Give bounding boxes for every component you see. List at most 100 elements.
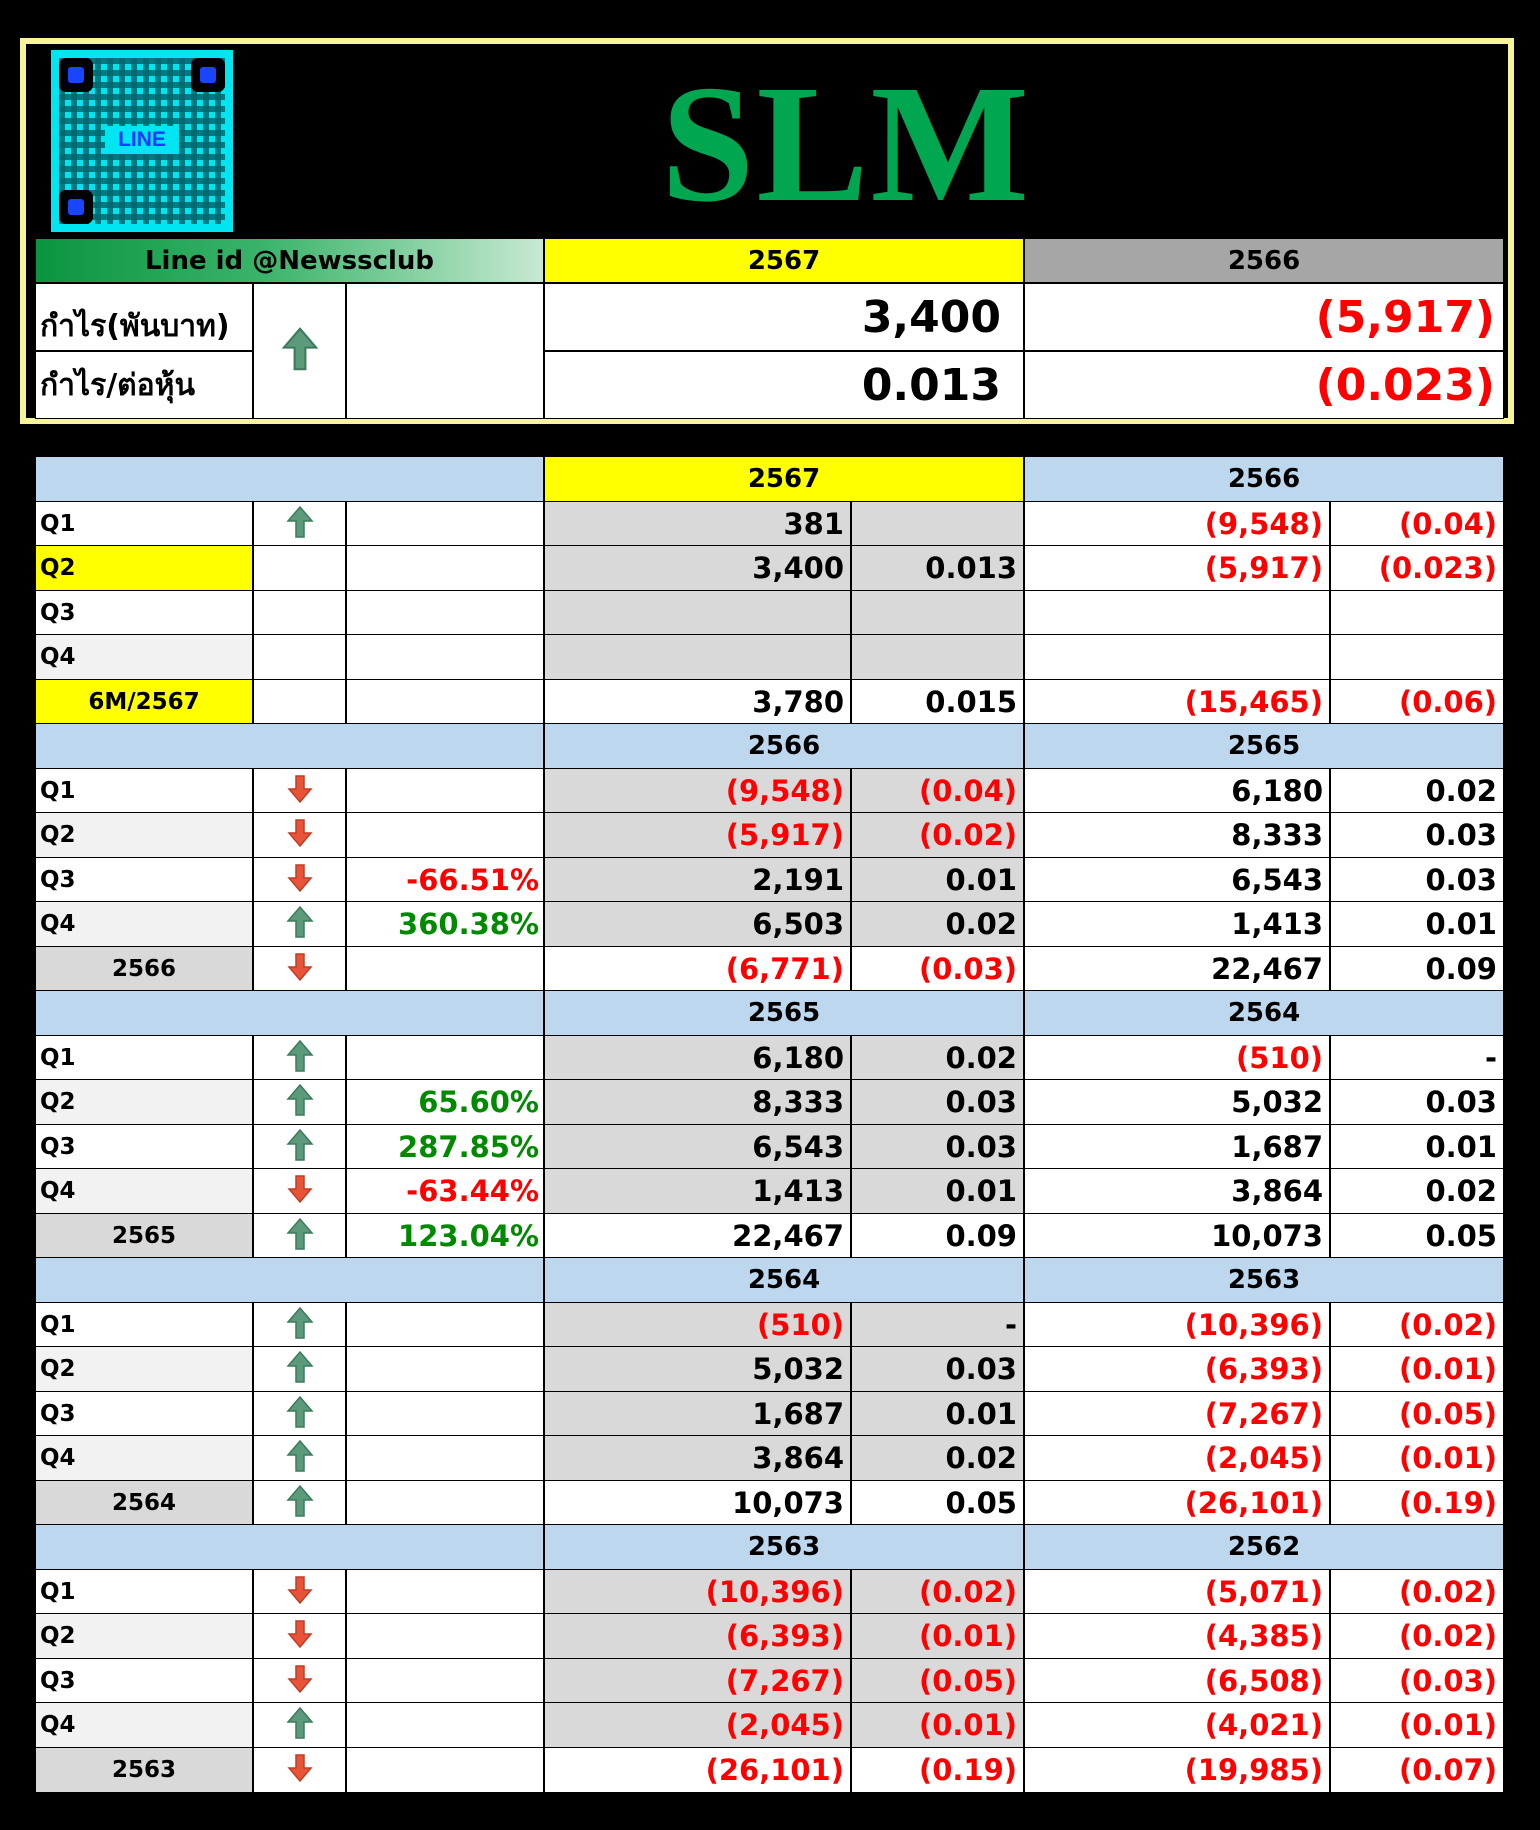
profit-current: 3,400: [544, 545, 851, 591]
change-percent: -66.51%: [346, 857, 544, 903]
quarter-label: Q2: [35, 1613, 253, 1659]
eps-previous: 0.05: [1330, 1213, 1504, 1259]
up-arrow-icon: [285, 1306, 314, 1344]
change-percent: [346, 679, 544, 725]
trend-cell: [253, 901, 346, 947]
eps-previous: (0.023): [1330, 545, 1504, 591]
eps-previous: 0.02: [1330, 768, 1504, 814]
quarter-label: Q3: [35, 1391, 253, 1437]
eps-label: กำไร/ต่อหุ้น: [35, 351, 253, 419]
profit-current: 8,333: [544, 1079, 851, 1125]
quarter-label: Q1: [35, 501, 253, 547]
line-id-header[interactable]: Line id @Newssclub: [35, 238, 544, 283]
profit-current: (9,548): [544, 768, 851, 814]
trend-cell: [253, 946, 346, 992]
quarter-label: Q1: [35, 1569, 253, 1615]
eps-previous: (0.01): [1330, 1346, 1504, 1392]
profit-previous: (15,465): [1024, 679, 1330, 725]
profit-current: 6,503: [544, 901, 851, 947]
profit-current: 381: [544, 501, 851, 547]
eps-current: 0.09: [851, 1213, 1024, 1259]
eps-current: 0.03: [851, 1346, 1024, 1392]
trend-cell: [253, 1435, 346, 1481]
down-arrow-icon: [286, 863, 313, 897]
quarter-label: Q1: [35, 1302, 253, 1348]
section-year-current: 2565: [544, 990, 1024, 1036]
profit-current: (6,393): [544, 1613, 851, 1659]
trend-cell: [253, 590, 346, 636]
eps-previous: (0.06): [1330, 679, 1504, 725]
profit-previous: 8,333: [1024, 812, 1330, 858]
eps-current: -: [851, 1302, 1024, 1348]
eps-current: (0.02): [851, 1569, 1024, 1615]
line-qr-code[interactable]: LINE: [51, 50, 233, 232]
quarter-label: Q4: [35, 634, 253, 680]
trend-cell: [253, 1480, 346, 1526]
trend-cell: [253, 1302, 346, 1348]
profit-previous: (19,985): [1024, 1747, 1330, 1793]
change-percent: [346, 1480, 544, 1526]
up-arrow-icon: [285, 505, 314, 543]
summary-year-previous: 2566: [1024, 238, 1504, 283]
section-year-previous: 2564: [1024, 990, 1504, 1036]
summary-eps-previous: (0.023): [1024, 351, 1504, 419]
profit-current: 22,467: [544, 1213, 851, 1259]
quarter-label: Q2: [35, 1346, 253, 1392]
section-header-blank: [35, 456, 544, 502]
summary-eps-current: 0.013: [544, 351, 1024, 419]
eps-previous: 0.03: [1330, 857, 1504, 903]
section-header-blank: [35, 1524, 544, 1570]
trend-cell: [253, 679, 346, 725]
profit-current: (10,396): [544, 1569, 851, 1615]
change-percent: [346, 1435, 544, 1481]
change-percent: [346, 946, 544, 992]
up-arrow-icon: [285, 1484, 314, 1522]
profit-current: [544, 590, 851, 636]
eps-previous: 0.01: [1330, 1124, 1504, 1170]
year-total-label: 2563: [35, 1747, 253, 1793]
year-total-label: 6M/2567: [35, 679, 253, 725]
profit-previous: 6,180: [1024, 768, 1330, 814]
trend-cell: [253, 1035, 346, 1081]
profit-current: 6,543: [544, 1124, 851, 1170]
section-year-current: 2566: [544, 723, 1024, 769]
eps-previous: (0.02): [1330, 1569, 1504, 1615]
down-arrow-icon: [286, 1664, 313, 1698]
profit-previous: [1024, 634, 1330, 680]
up-arrow-icon: [285, 1350, 314, 1388]
trend-cell: [253, 1391, 346, 1437]
profit-current: (510): [544, 1302, 851, 1348]
profit-current: 5,032: [544, 1346, 851, 1392]
profit-previous: 10,073: [1024, 1213, 1330, 1259]
eps-current: [851, 501, 1024, 547]
eps-current: [851, 590, 1024, 636]
up-arrow-icon: [285, 905, 314, 943]
change-percent: [346, 1569, 544, 1615]
trend-cell: [253, 1569, 346, 1615]
section-year-previous: 2563: [1024, 1257, 1504, 1303]
up-arrow-icon: [285, 1706, 314, 1744]
profit-current: (26,101): [544, 1747, 851, 1793]
eps-previous: (0.04): [1330, 501, 1504, 547]
trend-cell: [253, 1613, 346, 1659]
qr-finder-top-left: [59, 58, 93, 92]
year-total-label: 2565: [35, 1213, 253, 1259]
change-percent: [346, 1658, 544, 1704]
summary-year-current: 2567: [544, 238, 1024, 283]
quarter-label: Q4: [35, 1702, 253, 1748]
profit-current: (7,267): [544, 1658, 851, 1704]
eps-previous: 0.01: [1330, 901, 1504, 947]
quarter-label: Q1: [35, 1035, 253, 1081]
eps-previous: -: [1330, 1035, 1504, 1081]
trend-cell: [253, 812, 346, 858]
change-percent: [346, 545, 544, 591]
trend-cell: [253, 1213, 346, 1259]
trend-cell: [253, 1079, 346, 1125]
eps-previous: [1330, 590, 1504, 636]
down-arrow-icon: [286, 1575, 313, 1609]
eps-previous: (0.01): [1330, 1702, 1504, 1748]
section-year-current: 2564: [544, 1257, 1024, 1303]
up-arrow-icon: [285, 1083, 314, 1121]
eps-previous: (0.19): [1330, 1480, 1504, 1526]
trend-cell: [253, 1168, 346, 1214]
